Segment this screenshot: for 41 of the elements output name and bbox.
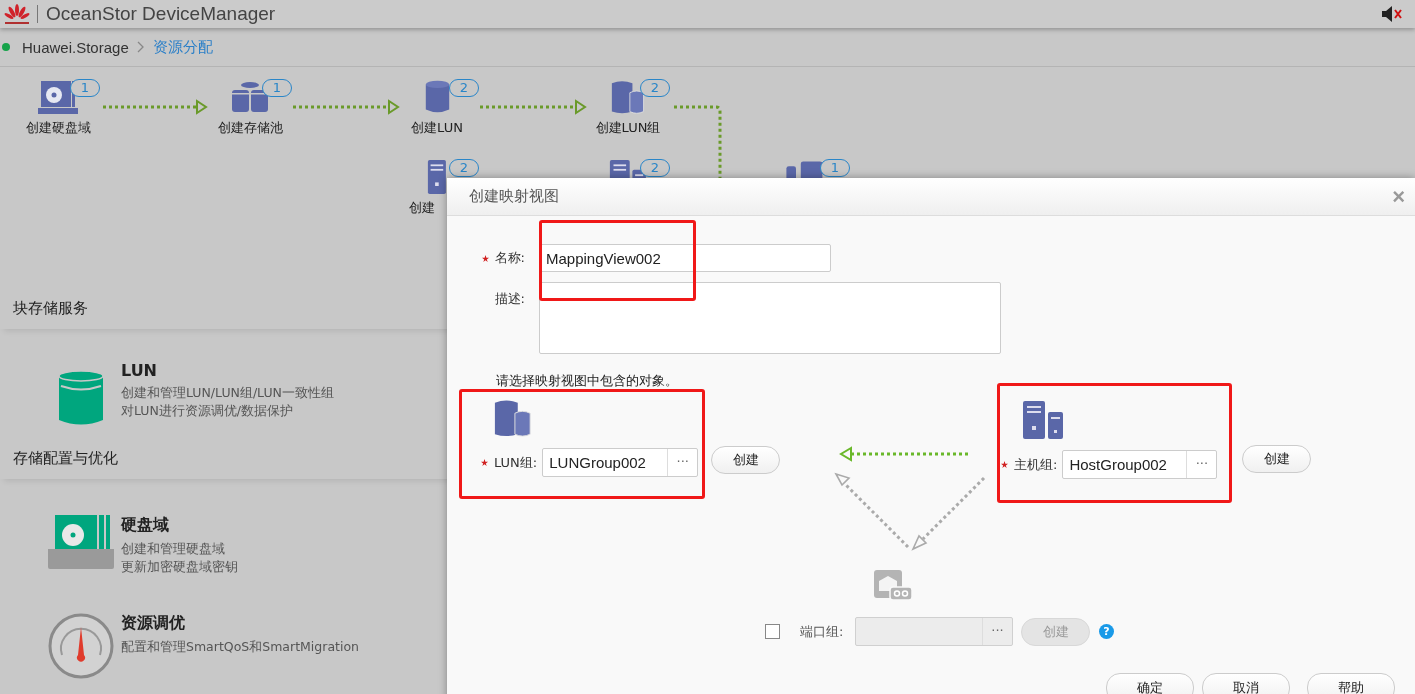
- count-badge: 1: [820, 159, 850, 177]
- create-button[interactable]: 创建: [1242, 445, 1311, 473]
- hint-text: 请选择映射视图中包含的对象。: [496, 373, 679, 388]
- section-title: 块存储服务: [13, 299, 88, 318]
- service-title[interactable]: LUN: [121, 361, 334, 380]
- breadcrumb-link[interactable]: Huawei.Storage: [22, 38, 129, 56]
- count-badge: 2: [640, 159, 670, 177]
- group-input[interactable]: LUNGroup002 ···: [542, 448, 699, 477]
- step-label[interactable]: 创建: [409, 199, 435, 217]
- count-badge: 1: [262, 79, 292, 97]
- name-input[interactable]: MappingView002: [539, 244, 831, 272]
- count-badge: 2: [449, 79, 479, 97]
- create-button[interactable]: 创建: [711, 446, 780, 474]
- browse-button[interactable]: ···: [667, 449, 698, 476]
- group-input[interactable]: HostGroup002 ···: [1062, 450, 1218, 479]
- step-label[interactable]: 创建LUN组: [595, 119, 661, 137]
- dialog-button[interactable]: 确定: [1106, 673, 1194, 694]
- app-title: OceanStor DeviceManager: [46, 3, 276, 25]
- field-label: 主机组:: [1014, 455, 1058, 474]
- service-title[interactable]: 资源调优: [121, 613, 359, 634]
- dialog-title: 创建映射视图: [469, 187, 559, 206]
- step-label[interactable]: 创建硬盘域: [25, 119, 91, 137]
- step-label[interactable]: 创建存储池: [217, 119, 283, 137]
- service-title[interactable]: 硬盘域: [121, 515, 238, 536]
- field-label: 描述:: [494, 290, 525, 308]
- field-label: 端口组:: [800, 622, 845, 641]
- service-description: 创建和管理LUN/LUN组/LUN一致性组: [121, 384, 334, 402]
- service-description: 对LUN进行资源调优/数据保护: [121, 402, 295, 420]
- field-label: LUN组:: [494, 453, 538, 472]
- count-badge: 2: [640, 79, 670, 97]
- step-label[interactable]: 创建LUN: [411, 119, 463, 137]
- browse-button[interactable]: ···: [1186, 451, 1217, 478]
- count-badge: 1: [70, 79, 100, 97]
- section-title: 存储配置与优化: [13, 449, 118, 468]
- dialog-button[interactable]: 取消: [1202, 673, 1290, 694]
- dialog-button[interactable]: 帮助: [1307, 673, 1395, 694]
- field-label: 名称:: [494, 249, 525, 267]
- service-description: 配置和管理SmartQoS和SmartMigration: [121, 638, 359, 656]
- service-description: 创建和管理硬盘域: [121, 540, 226, 558]
- count-badge: 2: [449, 159, 479, 177]
- service-description: 更新加密硬盘域密钥: [121, 558, 238, 576]
